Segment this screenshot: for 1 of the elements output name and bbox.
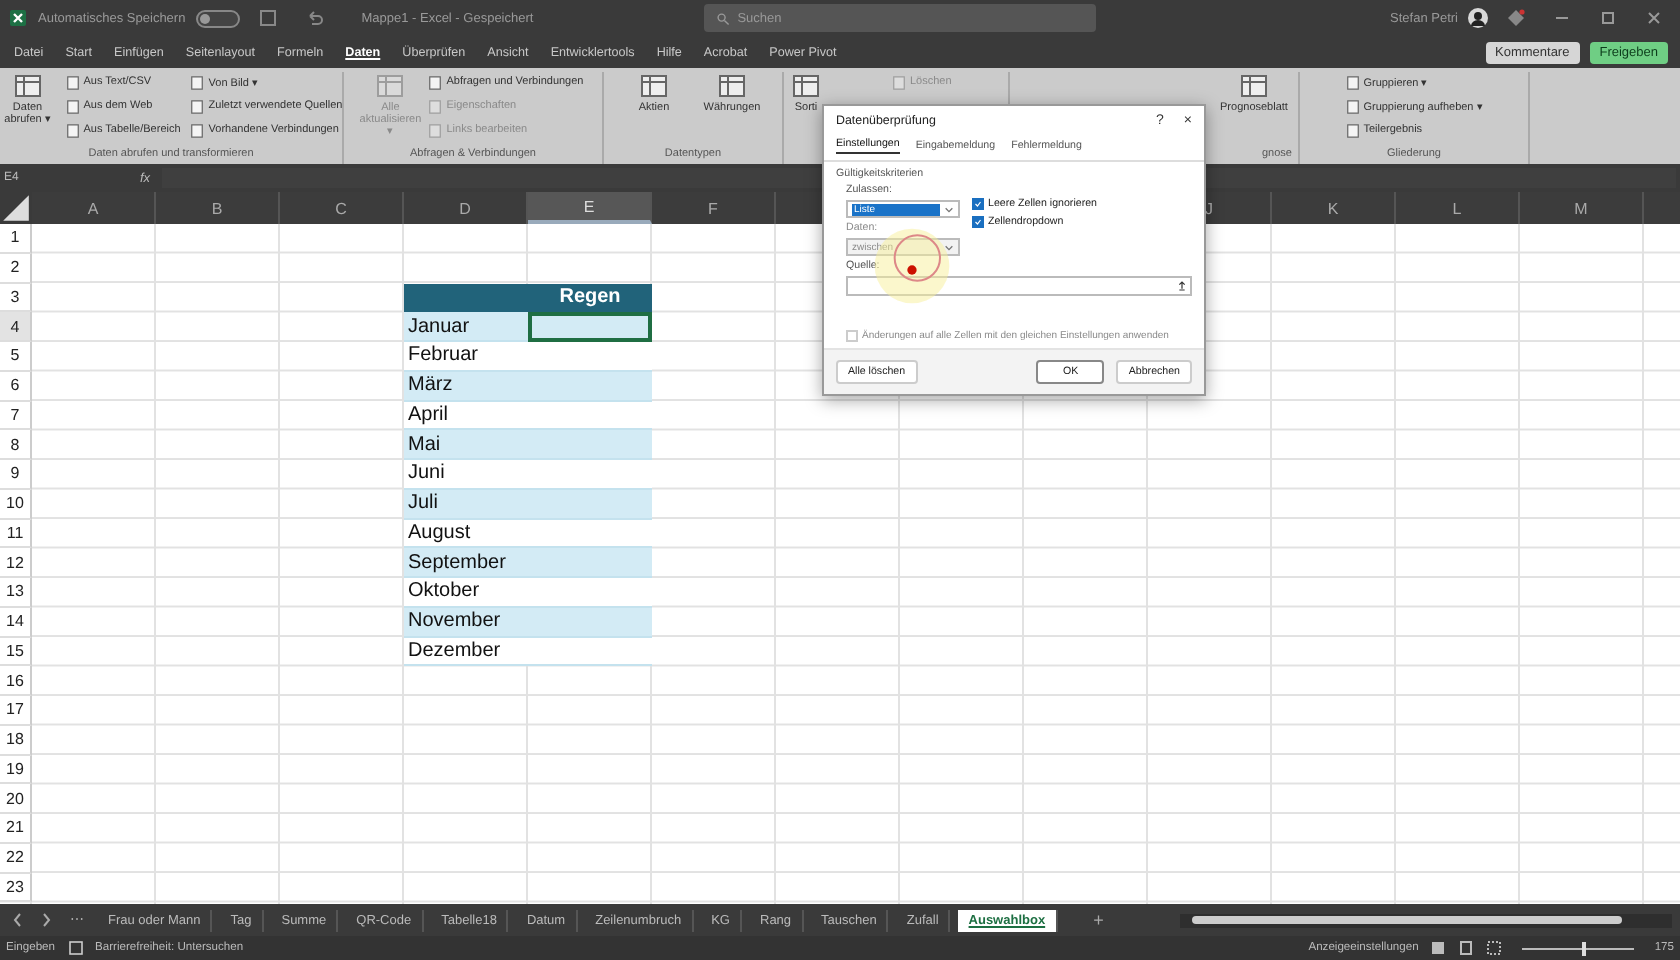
table-header-cell: Regen — [528, 283, 652, 313]
